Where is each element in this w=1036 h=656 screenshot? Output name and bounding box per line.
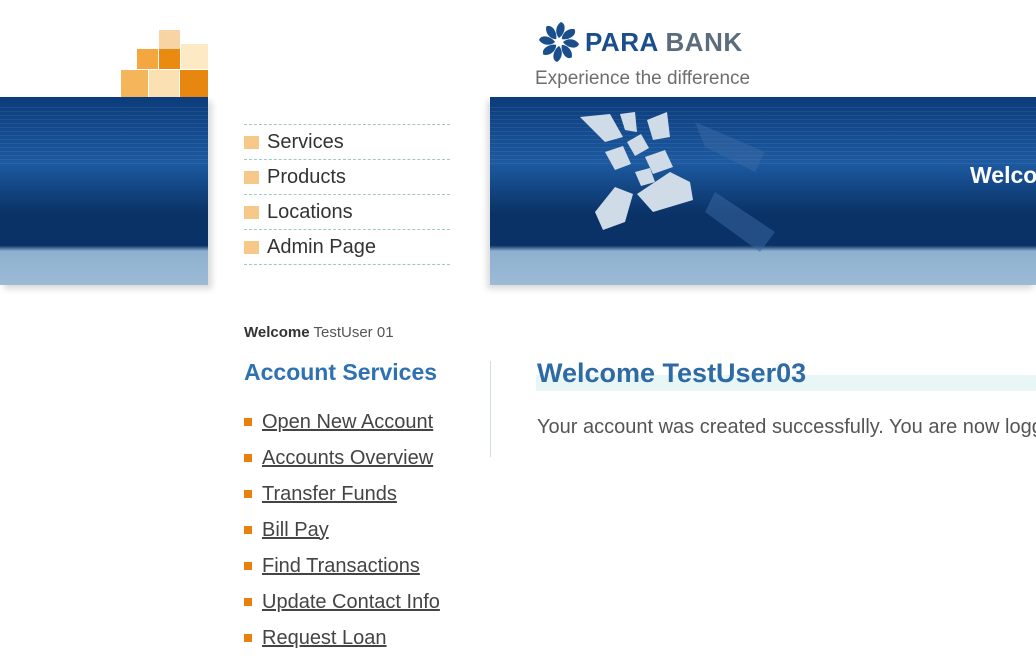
nav-item-label: Services bbox=[267, 130, 344, 153]
banner-welcome-text: Welco bbox=[970, 162, 1036, 188]
nav-item-label: Locations bbox=[267, 200, 353, 223]
square-bullet-icon bbox=[244, 562, 252, 570]
nav-item-services[interactable]: Services bbox=[244, 125, 450, 160]
brand-logo[interactable]: PARA BANK bbox=[537, 20, 743, 64]
square-bullet-icon bbox=[244, 526, 252, 534]
open-new-account-link[interactable]: Open New Account bbox=[262, 411, 433, 434]
header-band-left bbox=[0, 97, 208, 285]
request-loan-link[interactable]: Request Loan bbox=[262, 627, 387, 650]
nav-item-admin-page[interactable]: Admin Page bbox=[244, 230, 450, 265]
list-item: Request Loan bbox=[244, 620, 440, 656]
square-bullet-icon bbox=[244, 634, 252, 642]
welcome-username: TestUser 01 bbox=[313, 324, 394, 341]
account-services-title: Account Services bbox=[244, 359, 438, 385]
column-divider bbox=[490, 361, 491, 457]
square-bullet-icon bbox=[244, 490, 252, 498]
accounts-overview-link[interactable]: Accounts Overview bbox=[262, 447, 433, 470]
flower-logo-icon bbox=[539, 22, 579, 62]
success-message: Your account was created successfully. Y… bbox=[537, 416, 1036, 438]
square-bullet-icon bbox=[244, 598, 252, 606]
page-title: Welcome TestUser03 bbox=[537, 358, 807, 388]
transfer-funds-link[interactable]: Transfer Funds bbox=[262, 483, 397, 506]
brand-para: PARA bbox=[585, 26, 658, 57]
header-band-right: Welco bbox=[490, 97, 1036, 285]
account-services-list: Open New Account Accounts Overview Trans… bbox=[244, 404, 440, 656]
list-item: Update Contact Info bbox=[244, 584, 440, 620]
nav-item-label: Products bbox=[267, 165, 346, 188]
tagline: Experience the difference bbox=[535, 68, 751, 89]
list-item: Transfer Funds bbox=[244, 476, 440, 512]
nav-item-locations[interactable]: Locations bbox=[244, 195, 450, 230]
arrows-graphic-icon bbox=[580, 112, 775, 252]
list-item: Bill Pay bbox=[244, 512, 440, 548]
top-nav: Services Products Locations Admin Page bbox=[244, 124, 450, 265]
square-bullet-icon bbox=[244, 205, 259, 219]
list-item: Accounts Overview bbox=[244, 440, 440, 476]
list-item: Open New Account bbox=[244, 404, 440, 440]
welcome-user-text: Welcome TestUser 01 bbox=[244, 324, 394, 341]
square-bullet-icon bbox=[244, 240, 259, 254]
square-bullet-icon bbox=[244, 170, 259, 184]
square-bullet-icon bbox=[244, 418, 252, 426]
brand-bank: BANK bbox=[665, 26, 743, 57]
update-contact-info-link[interactable]: Update Contact Info bbox=[262, 591, 440, 614]
list-item: Find Transactions bbox=[244, 548, 440, 584]
welcome-label: Welcome bbox=[244, 324, 310, 341]
find-transactions-link[interactable]: Find Transactions bbox=[262, 555, 420, 578]
square-bullet-icon bbox=[244, 135, 259, 149]
nav-item-label: Admin Page bbox=[267, 235, 376, 258]
brand-name: PARA BANK bbox=[585, 27, 743, 58]
bill-pay-link[interactable]: Bill Pay bbox=[262, 519, 329, 542]
square-bullet-icon bbox=[244, 454, 252, 462]
nav-item-products[interactable]: Products bbox=[244, 160, 450, 195]
